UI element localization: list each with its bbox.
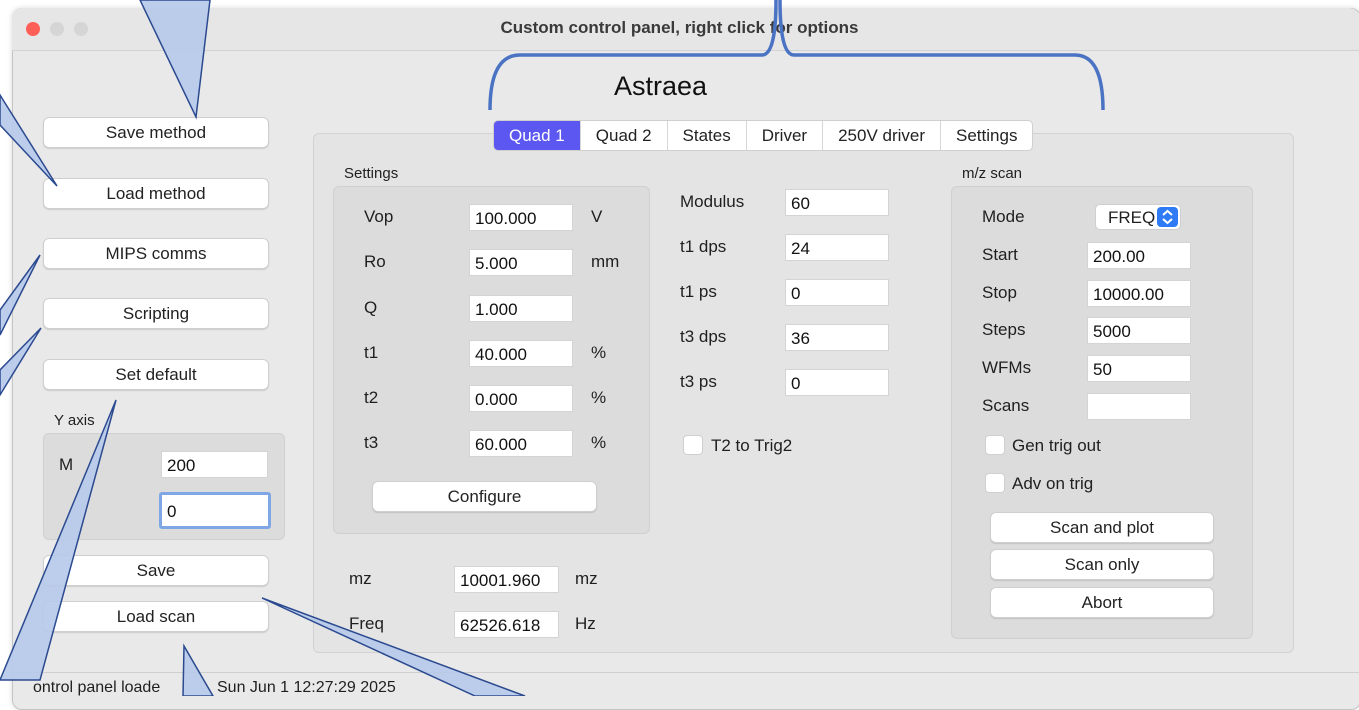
- callout-save-method: [139, 0, 211, 120]
- callout-overlay: [0, 0, 1105, 696]
- callout-load-scan: [182, 643, 214, 696]
- callout-mips-comms: [0, 254, 41, 336]
- callout-save-button-pointer: [261, 597, 526, 696]
- callout-set-default: [0, 399, 117, 681]
- callout-load-method: [0, 93, 58, 187]
- callout-scripting: [0, 327, 42, 397]
- panel-title-bracket: [488, 0, 1105, 111]
